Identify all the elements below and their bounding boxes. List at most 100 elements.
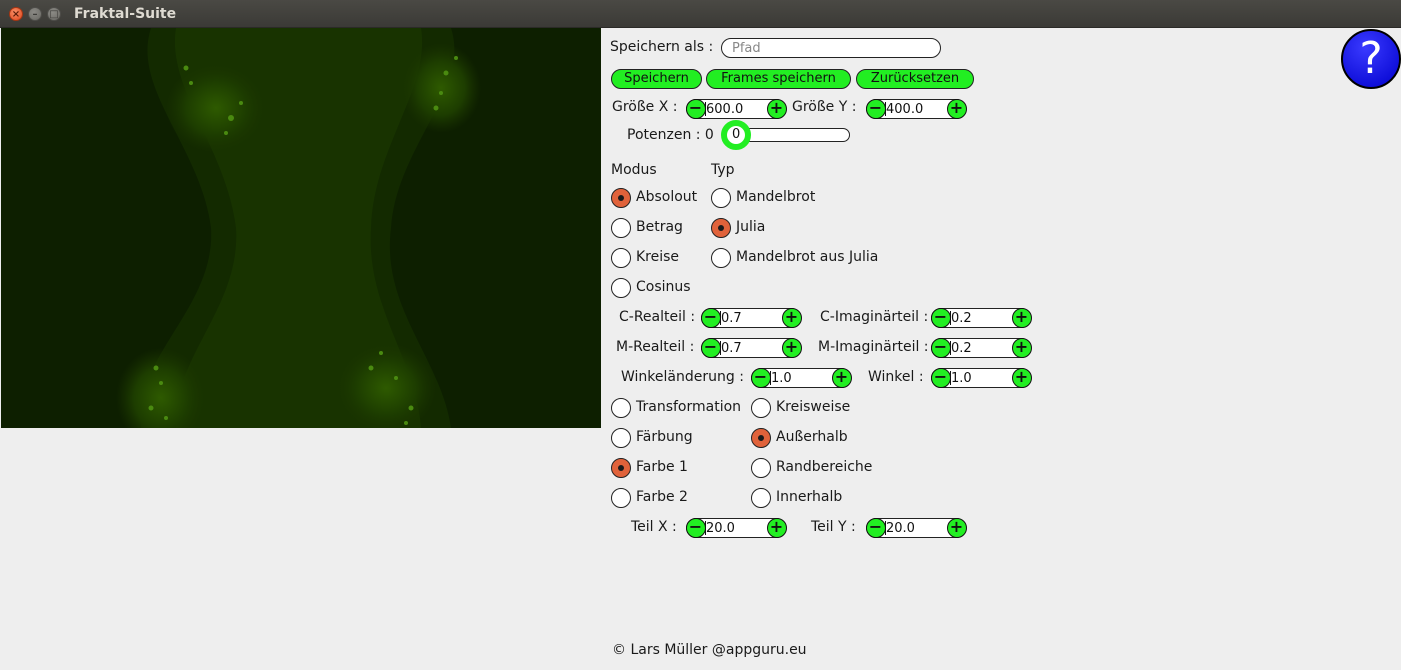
maximize-icon[interactable]: □: [47, 7, 61, 21]
minus-icon[interactable]: −: [685, 517, 706, 538]
radio-label: Absolout: [636, 189, 698, 205]
radio-label: Mandelbrot: [736, 189, 816, 205]
angle-change-value[interactable]: 1.0: [771, 371, 792, 386]
angle-change-stepper[interactable]: − 1.0 +: [750, 367, 852, 388]
c-imag-value[interactable]: 0.2: [951, 311, 972, 326]
part-x-value[interactable]: 20.0: [706, 521, 735, 536]
size-x-value[interactable]: 600.0: [706, 102, 743, 117]
minus-icon[interactable]: −: [930, 307, 951, 328]
radio-label: Innerhalb: [776, 489, 843, 505]
size-y-value[interactable]: 400.0: [886, 102, 923, 117]
angle-label: Winkel :: [868, 369, 924, 385]
radio-label: Mandelbrot aus Julia: [736, 249, 879, 265]
c-real-stepper[interactable]: − 0.7 +: [700, 307, 802, 328]
part-y-label: Teil Y :: [811, 519, 856, 535]
minus-icon[interactable]: −: [700, 337, 721, 358]
c-real-label: C-Realteil :: [619, 309, 696, 325]
angle-value[interactable]: 1.0: [951, 371, 972, 386]
fractal-image: [1, 28, 601, 428]
close-icon[interactable]: ×: [9, 7, 23, 21]
minus-icon[interactable]: −: [930, 367, 951, 388]
size-y-label: Größe Y :: [792, 99, 857, 115]
reset-button[interactable]: Zurücksetzen: [856, 69, 974, 89]
radio-mode-betrag[interactable]: [611, 218, 631, 238]
radio-mode-absolout[interactable]: [611, 188, 631, 208]
angle-stepper[interactable]: − 1.0 +: [930, 367, 1032, 388]
radio-label: Julia: [736, 219, 766, 235]
plus-icon[interactable]: +: [1011, 367, 1032, 388]
m-imag-value[interactable]: 0.2: [951, 341, 972, 356]
part-y-value[interactable]: 20.0: [886, 521, 915, 536]
size-x-stepper[interactable]: − 600.0 +: [685, 98, 787, 119]
save-frames-button[interactable]: Frames speichern: [706, 69, 851, 89]
radio-type-mandelbrot[interactable]: [711, 188, 731, 208]
minus-icon[interactable]: −: [930, 337, 951, 358]
radio-label: Betrag: [636, 219, 683, 235]
minus-icon[interactable]: −: [750, 367, 771, 388]
part-x-stepper[interactable]: − 20.0 +: [685, 517, 787, 538]
radio-transformation[interactable]: [611, 398, 631, 418]
minus-icon[interactable]: −: [865, 98, 886, 119]
radio-type-mandelbrot-aus-julia[interactable]: [711, 248, 731, 268]
radio-label: Farbe 2: [636, 489, 688, 505]
radio-kreisweise[interactable]: [751, 398, 771, 418]
save-button[interactable]: Speichern: [611, 69, 702, 89]
m-real-stepper[interactable]: − 0.7 +: [700, 337, 802, 358]
m-real-label: M-Realteil :: [616, 339, 695, 355]
radio-type-julia[interactable]: [711, 218, 731, 238]
plus-icon[interactable]: +: [831, 367, 852, 388]
fractal-canvas[interactable]: [1, 28, 601, 428]
plus-icon[interactable]: +: [946, 517, 967, 538]
part-x-label: Teil X :: [631, 519, 677, 535]
minus-icon[interactable]: −: [865, 517, 886, 538]
path-input[interactable]: [721, 38, 941, 58]
radio-farbe-1[interactable]: [611, 458, 631, 478]
angle-change-label: Winkeländerung :: [621, 369, 744, 385]
question-mark-icon[interactable]: ?: [1341, 29, 1401, 89]
c-real-value[interactable]: 0.7: [721, 311, 742, 326]
radio-label: Cosinus: [636, 279, 691, 295]
plus-icon[interactable]: +: [781, 307, 802, 328]
plus-icon[interactable]: +: [766, 517, 787, 538]
radio-mode-kreise[interactable]: [611, 248, 631, 268]
radio-randbereiche[interactable]: [751, 458, 771, 478]
c-imag-label: C-Imaginärteil :: [820, 309, 929, 325]
part-y-stepper[interactable]: − 20.0 +: [865, 517, 967, 538]
radio-label: Transformation: [636, 399, 742, 415]
radio-label: Kreisweise: [776, 399, 851, 415]
radio-mode-cosinus[interactable]: [611, 278, 631, 298]
type-header: Typ: [711, 162, 735, 178]
window-title: Fraktal-Suite: [74, 6, 177, 22]
mode-header: Modus: [611, 162, 657, 178]
m-imag-label: M-Imaginärteil :: [818, 339, 929, 355]
title-bar: × – □ Fraktal-Suite: [0, 0, 1401, 28]
powers-slider-track[interactable]: [735, 128, 850, 142]
radio-label: Farbe 1: [636, 459, 688, 475]
plus-icon[interactable]: +: [1011, 307, 1032, 328]
radio-ausserhalb[interactable]: [751, 428, 771, 448]
radio-faerbung[interactable]: [611, 428, 631, 448]
plus-icon[interactable]: +: [781, 337, 802, 358]
minimize-icon[interactable]: –: [28, 7, 42, 21]
plus-icon[interactable]: +: [766, 98, 787, 119]
minus-icon[interactable]: −: [700, 307, 721, 328]
radio-label: Außerhalb: [776, 429, 848, 445]
save-as-label: Speichern als :: [610, 39, 714, 55]
plus-icon[interactable]: +: [1011, 337, 1032, 358]
radio-label: Kreise: [636, 249, 680, 265]
powers-slider-value: 0: [732, 127, 741, 142]
m-real-value[interactable]: 0.7: [721, 341, 742, 356]
radio-label: Randbereiche: [776, 459, 873, 475]
size-y-stepper[interactable]: − 400.0 +: [865, 98, 967, 119]
radio-farbe-2[interactable]: [611, 488, 631, 508]
powers-slider-handle[interactable]: 0: [721, 120, 751, 150]
radio-innerhalb[interactable]: [751, 488, 771, 508]
c-imag-stepper[interactable]: − 0.2 +: [930, 307, 1032, 328]
size-x-label: Größe X :: [612, 99, 678, 115]
minus-icon[interactable]: −: [685, 98, 706, 119]
plus-icon[interactable]: +: [946, 98, 967, 119]
radio-label: Färbung: [636, 429, 693, 445]
m-imag-stepper[interactable]: − 0.2 +: [930, 337, 1032, 358]
powers-label: Potenzen : 0: [627, 127, 714, 143]
copyright-text: © Lars Müller @appguru.eu: [612, 642, 807, 658]
